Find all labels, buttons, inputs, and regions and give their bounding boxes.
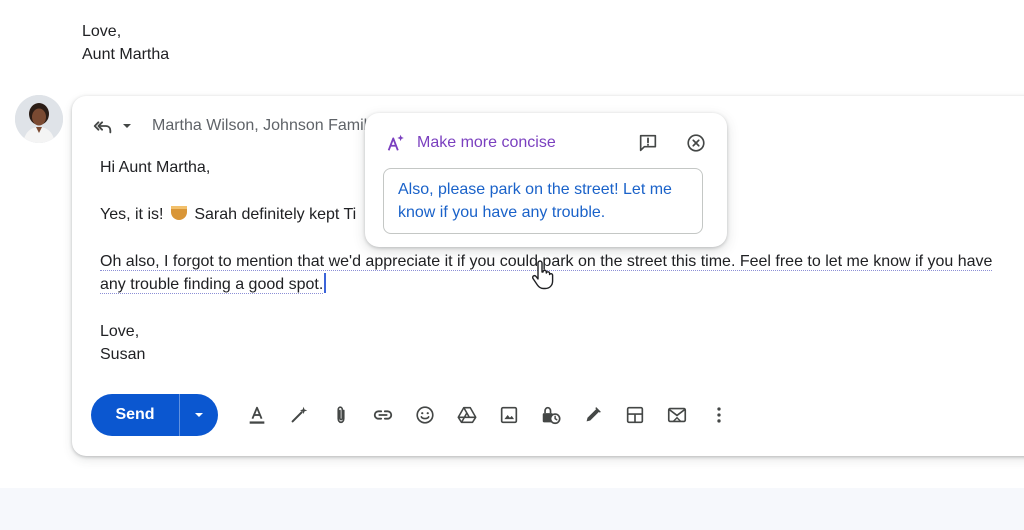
confidential-mode-button[interactable]	[530, 394, 572, 436]
feedback-icon	[639, 134, 657, 152]
body-line-2: Oh also, I forgot to mention that we'd a…	[100, 250, 1020, 296]
body-line-1-start: Yes, it is!	[100, 206, 164, 223]
feedback-button[interactable]	[635, 130, 661, 156]
formatting-options-button[interactable]	[236, 394, 278, 436]
layouts-icon	[626, 406, 644, 424]
previous-sender-name: Aunt Martha	[82, 46, 170, 63]
chevron-down-icon[interactable]	[120, 119, 134, 133]
insert-emoji-button[interactable]	[404, 394, 446, 436]
insert-photo-button[interactable]	[488, 394, 530, 436]
popup-header: Make more concise	[385, 131, 556, 155]
close-icon	[687, 134, 705, 152]
more-options-button[interactable]	[698, 394, 740, 436]
close-popup-button[interactable]	[683, 130, 709, 156]
hand-pointer-icon	[531, 260, 554, 290]
text-cursor	[324, 273, 327, 293]
avatar-image	[15, 95, 63, 143]
recipients-field[interactable]: Martha Wilson, Johnson Family	[152, 117, 375, 135]
suggestion-text[interactable]: Also, please park on the street! Let me …	[383, 168, 703, 234]
layouts-button[interactable]	[614, 394, 656, 436]
body-signature: Susan	[100, 346, 146, 363]
switch-to-email-button[interactable]	[656, 394, 698, 436]
previous-closing: Love,	[82, 23, 122, 40]
send-button[interactable]: Send	[91, 394, 179, 436]
ai-suggestion-popup: Make more concise Also, please park on t…	[365, 113, 727, 247]
send-options-button[interactable]	[179, 394, 218, 436]
confidential-mode-icon	[542, 406, 561, 425]
send-button-group: Send	[91, 394, 218, 436]
help-me-write-icon	[291, 406, 308, 423]
switch-to-email-icon	[667, 407, 687, 423]
avatar	[15, 95, 63, 143]
reply-all-icon[interactable]	[92, 115, 114, 137]
compose-toolbar: Send	[91, 394, 740, 436]
insert-link-icon	[373, 410, 393, 420]
insert-photo-icon	[500, 406, 518, 424]
body-line-1-rest: Sarah definitely kept Ti	[194, 206, 357, 223]
toolbar-tools	[236, 394, 740, 436]
help-me-write-button[interactable]	[278, 394, 320, 436]
google-drive-button[interactable]	[446, 394, 488, 436]
ai-sparkle-icon	[387, 134, 404, 151]
insert-signature-button[interactable]	[572, 394, 614, 436]
pie-emoji-icon	[170, 206, 187, 220]
insert-emoji-icon	[416, 406, 434, 424]
attach-file-button[interactable]	[320, 394, 362, 436]
attach-file-icon	[337, 406, 345, 424]
insert-link-button[interactable]	[362, 394, 404, 436]
google-drive-icon	[457, 406, 477, 424]
previous-message-signature: Love, Aunt Martha	[82, 20, 169, 66]
page-footer-strip	[0, 488, 1024, 530]
formatting-options-icon	[249, 406, 265, 424]
chevron-down-icon	[195, 413, 203, 417]
body-closing: Love,	[100, 323, 140, 340]
more-options-icon	[717, 407, 721, 423]
insert-signature-icon	[586, 407, 601, 422]
popup-title: Make more concise	[417, 134, 556, 151]
compose-header: Martha Wilson, Johnson Family	[92, 114, 375, 138]
